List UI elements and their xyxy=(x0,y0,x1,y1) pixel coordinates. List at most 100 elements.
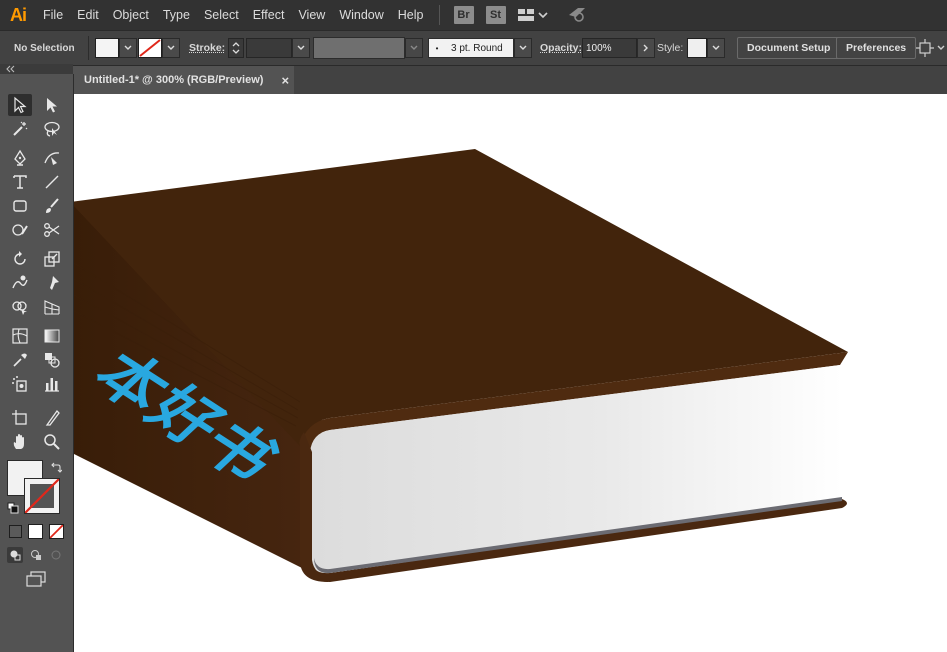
artboard-tool-icon[interactable] xyxy=(8,407,32,429)
chevron-down-icon xyxy=(167,45,175,50)
stroke-dropdown[interactable] xyxy=(162,38,180,58)
opacity-expand-button[interactable] xyxy=(637,38,655,58)
collapse-panel-icon[interactable] xyxy=(5,65,15,73)
document-tab[interactable]: Untitled-1* @ 300% (RGB/Preview) × xyxy=(74,66,294,94)
opacity-field[interactable]: 100% xyxy=(582,38,637,58)
fill-swatch-color xyxy=(95,38,119,58)
brush-dot-icon: • xyxy=(435,43,439,53)
stroke-weight-stepper[interactable] xyxy=(228,38,244,58)
scissors-tool-icon[interactable] xyxy=(40,219,64,241)
menu-item-view[interactable]: View xyxy=(291,0,332,30)
brush-definition-field[interactable]: • 3 pt. Round xyxy=(428,38,514,58)
draw-normal-icon[interactable] xyxy=(7,547,23,563)
fill-dropdown[interactable] xyxy=(119,38,137,58)
opacity-label-text: Opacity: xyxy=(540,42,583,54)
brush-definition-dropdown[interactable] xyxy=(514,38,532,58)
paintbrush-tool-icon[interactable] xyxy=(40,195,64,217)
style-label[interactable]: Style: xyxy=(657,31,683,65)
document-setup-button[interactable]: Document Setup xyxy=(737,37,841,59)
close-tab-icon[interactable]: × xyxy=(281,73,289,88)
color-mode-button[interactable] xyxy=(9,525,22,538)
puppet-warp-tool-icon[interactable] xyxy=(40,272,64,294)
rotate-tool-icon[interactable] xyxy=(8,248,32,270)
menu-item-edit[interactable]: Edit xyxy=(70,0,106,30)
stroke-weight-dropdown[interactable] xyxy=(292,38,310,58)
gpu-performance-icon[interactable] xyxy=(566,5,588,26)
warp-tool-icon[interactable] xyxy=(8,272,32,294)
graphic-style-control[interactable] xyxy=(687,31,725,65)
menu-item-file[interactable]: File xyxy=(36,0,70,30)
brush-definition[interactable]: • 3 pt. Round xyxy=(428,31,532,65)
graphic-style-dropdown[interactable] xyxy=(707,38,725,58)
selection-status: No Selection xyxy=(14,31,75,65)
magic-wand-tool-icon[interactable] xyxy=(8,118,32,140)
draw-behind-icon[interactable] xyxy=(28,547,44,563)
stroke-weight-field[interactable] xyxy=(246,38,292,58)
none-slash-icon xyxy=(139,39,161,57)
default-colors-icon[interactable] xyxy=(7,502,19,517)
variable-width-profile[interactable] xyxy=(313,31,423,65)
document-setup[interactable]: Document Setup xyxy=(737,31,841,65)
shaper-tool-icon[interactable] xyxy=(8,219,32,241)
book-illustration[interactable]: 本好书 xyxy=(74,94,947,652)
stroke-color-box[interactable] xyxy=(24,478,60,514)
curvature-tool-icon[interactable] xyxy=(40,147,64,169)
menu-item-type[interactable]: Type xyxy=(156,0,197,30)
menu-item-object[interactable]: Object xyxy=(106,0,156,30)
menu-item-effect[interactable]: Effect xyxy=(246,0,292,30)
preferences-button[interactable]: Preferences xyxy=(836,37,917,59)
menu-item-select[interactable]: Select xyxy=(197,0,246,30)
brush-definition-text: 3 pt. Round xyxy=(451,42,503,54)
artboard-canvas[interactable]: 本好书 xyxy=(74,94,947,652)
column-graph-tool-icon[interactable] xyxy=(40,373,64,395)
blend-tool-icon[interactable] xyxy=(40,349,64,371)
chevron-down-icon xyxy=(519,45,527,50)
rectangle-tool-icon[interactable] xyxy=(8,195,32,217)
stroke-none-swatch xyxy=(138,38,162,58)
opacity-control[interactable]: 100% xyxy=(582,31,655,65)
scale-tool-icon[interactable] xyxy=(40,248,64,270)
hand-tool-icon[interactable] xyxy=(8,431,32,453)
draw-inside-icon[interactable] xyxy=(48,547,64,563)
stroke-label[interactable]: Stroke: xyxy=(189,31,225,65)
graphic-style-swatch[interactable] xyxy=(687,38,707,58)
gradient-mode-button[interactable] xyxy=(28,524,43,539)
line-segment-tool-icon[interactable] xyxy=(40,171,64,193)
variable-width-preview[interactable] xyxy=(313,37,405,59)
chevron-down-icon xyxy=(297,45,305,50)
chevron-right-icon xyxy=(643,44,648,52)
none-mode-button[interactable] xyxy=(49,524,64,539)
arrange-documents[interactable] xyxy=(916,31,945,65)
menu-item-help[interactable]: Help xyxy=(391,0,431,30)
stock-button[interactable]: St xyxy=(485,6,506,24)
pen-tool-icon[interactable] xyxy=(8,147,32,169)
zoom-tool-icon[interactable] xyxy=(40,431,64,453)
stroke-weight-control[interactable] xyxy=(228,31,310,65)
opacity-label[interactable]: Opacity: xyxy=(540,31,582,65)
perspective-grid-tool-icon[interactable] xyxy=(40,296,64,318)
selection-tool-icon[interactable] xyxy=(8,94,32,116)
slice-tool-icon[interactable] xyxy=(40,407,64,429)
chevron-down-icon xyxy=(124,45,132,50)
fill-swatch[interactable] xyxy=(95,31,137,65)
chevron-down-icon[interactable] xyxy=(937,45,945,51)
gradient-tool-icon[interactable] xyxy=(40,325,64,347)
app-logo: Ai xyxy=(10,4,27,25)
stroke-swatch[interactable] xyxy=(138,31,180,65)
control-bar: No Selection Stroke: • 3 pt. Round Opaci… xyxy=(0,30,947,66)
direct-selection-tool-icon[interactable] xyxy=(40,94,64,116)
type-tool-icon[interactable] xyxy=(8,171,32,193)
align-icon[interactable] xyxy=(916,39,934,57)
symbol-sprayer-tool-icon[interactable] xyxy=(8,373,32,395)
menu-item-window[interactable]: Window xyxy=(332,0,390,30)
workspace-layout-icon[interactable] xyxy=(517,9,548,21)
mesh-tool-icon[interactable] xyxy=(8,325,32,347)
lasso-tool-icon[interactable] xyxy=(40,118,64,140)
swap-fill-stroke-icon[interactable] xyxy=(50,462,63,477)
shape-builder-tool-icon[interactable] xyxy=(8,296,32,318)
screen-mode-icon[interactable] xyxy=(25,571,47,590)
variable-width-dropdown[interactable] xyxy=(405,38,423,58)
bridge-button[interactable]: Br xyxy=(453,6,474,24)
eyedropper-tool-icon[interactable] xyxy=(8,349,32,371)
preferences[interactable]: Preferences xyxy=(836,31,917,65)
